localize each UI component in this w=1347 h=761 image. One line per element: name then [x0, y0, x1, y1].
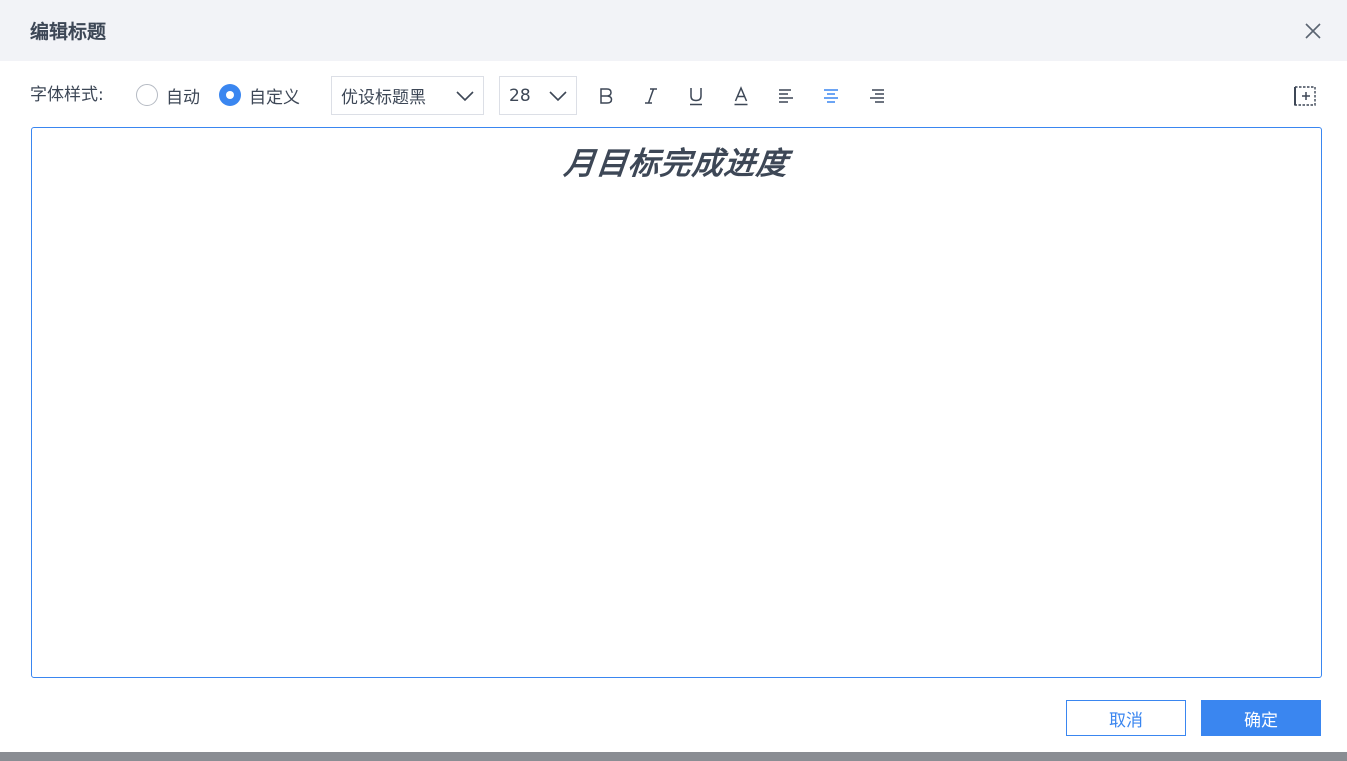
bold-icon	[600, 88, 613, 104]
radio-auto-circle[interactable]	[136, 84, 158, 106]
align-center-button[interactable]	[818, 83, 844, 109]
font-style-label: 字体样式:	[30, 85, 104, 105]
close-button[interactable]	[1301, 19, 1325, 43]
confirm-button[interactable]: 确定	[1201, 700, 1321, 736]
italic-button[interactable]	[638, 83, 664, 109]
radio-auto[interactable]: 自动	[136, 83, 200, 108]
dialog-header: 编辑标题	[0, 0, 1347, 61]
cancel-button[interactable]: 取消	[1066, 700, 1186, 736]
modal-backdrop	[0, 752, 1347, 761]
font-size-value: 28	[509, 85, 531, 106]
font-color-icon	[734, 86, 748, 106]
italic-icon	[645, 88, 657, 104]
font-color-button[interactable]	[728, 83, 754, 109]
close-icon	[1305, 22, 1321, 39]
underline-button[interactable]	[683, 83, 709, 109]
chevron-down-icon	[456, 90, 474, 101]
title-editor[interactable]: 月目标完成进度	[31, 127, 1322, 678]
radio-custom-circle[interactable]	[219, 84, 241, 106]
insert-field-icon	[1294, 86, 1316, 106]
font-size-select[interactable]: 28	[499, 76, 577, 115]
radio-custom[interactable]: 自定义	[219, 83, 300, 108]
editor-title-text[interactable]: 月目标完成进度	[30, 138, 1324, 183]
insert-field-button[interactable]	[1292, 83, 1318, 109]
font-family-value: 优设标题黑	[341, 88, 426, 108]
underline-icon	[690, 88, 702, 106]
edit-title-dialog: 编辑标题 字体样式: 自动 自定义 优设标题黑 28 月目标完成进度 取消 确定	[0, 0, 1347, 752]
radio-auto-label: 自动	[166, 87, 200, 108]
chevron-down-icon	[549, 90, 567, 101]
align-left-icon	[779, 89, 793, 103]
bold-button[interactable]	[593, 83, 619, 109]
align-right-icon	[870, 89, 884, 103]
dialog-title: 编辑标题	[30, 21, 107, 43]
format-toolbar: 字体样式: 自动 自定义 优设标题黑 28	[0, 61, 1347, 127]
radio-custom-label: 自定义	[249, 87, 300, 108]
align-center-icon	[824, 89, 838, 103]
align-left-button[interactable]	[774, 83, 800, 109]
font-family-select[interactable]: 优设标题黑	[331, 76, 484, 115]
align-right-button[interactable]	[863, 83, 889, 109]
